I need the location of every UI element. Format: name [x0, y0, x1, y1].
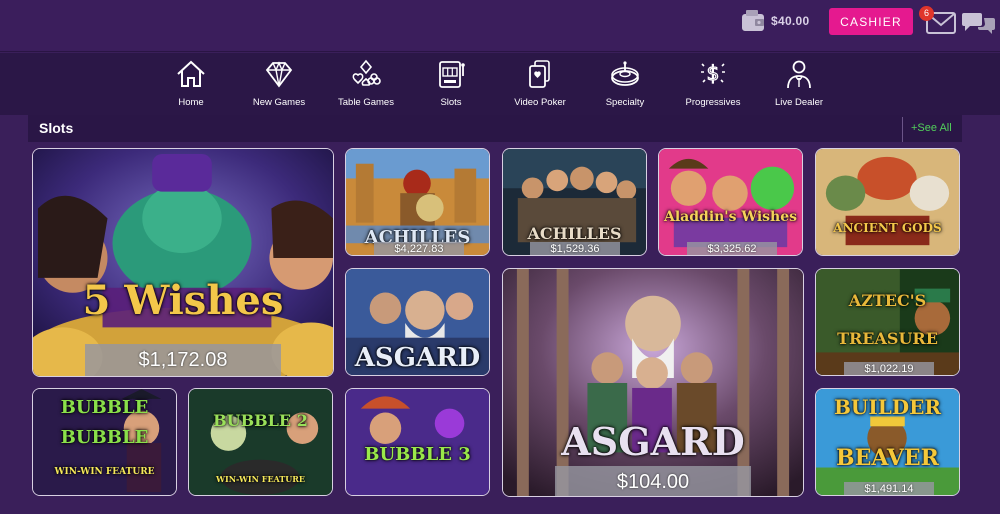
game-title-art: BUBBLE: [60, 427, 149, 448]
game-title-art: ANCIENT GODS: [833, 221, 942, 235]
nav-label: Specialty: [605, 97, 645, 108]
top-bar: $40.00 CASHIER 6: [0, 0, 1000, 52]
see-all-link[interactable]: +See All: [902, 117, 962, 142]
diamond-icon: [265, 61, 293, 88]
game-tile-bubble-bubble-2[interactable]: BUBBLE 2 WIN-WIN FEATURE: [188, 388, 333, 496]
slots-section-header: Slots +See All: [28, 115, 962, 142]
game-title-art: BUBBLE 3: [364, 444, 471, 465]
game-tile-ancient-gods[interactable]: ANCIENT GODS: [815, 148, 960, 256]
wallet-icon[interactable]: [740, 8, 766, 34]
nav-item-new-games[interactable]: New Games: [236, 53, 322, 115]
nav-label: Table Games: [338, 97, 394, 108]
roulette-icon: [611, 61, 639, 86]
game-title-art: TREASURE: [837, 329, 938, 348]
game-title-art: AZTEC'S: [848, 291, 927, 310]
jackpot-amount: $1,172.08: [85, 344, 281, 376]
dealer-icon: [787, 60, 811, 89]
cashier-button[interactable]: CASHIER: [829, 8, 913, 35]
game-tile-asgard[interactable]: ASGARD: [345, 268, 490, 376]
nav-label: Progressives: [685, 97, 741, 108]
section-title: Slots: [39, 120, 74, 136]
nav-label: Video Poker: [514, 97, 566, 108]
game-title-art: ASGARD: [561, 419, 745, 464]
game-title-art: Aladdin's Wishes: [663, 209, 797, 225]
game-title-art: BEAVER: [836, 445, 939, 471]
nav-label: Slots: [440, 97, 462, 108]
jackpot-amount: $3,325.62: [687, 242, 777, 255]
nav-item-progressives[interactable]: $ Progressives: [670, 53, 756, 115]
slot-machine-icon: [439, 61, 465, 88]
account-balance: $40.00: [771, 14, 810, 28]
nav-item-home[interactable]: Home: [148, 53, 234, 115]
game-tile-achilles[interactable]: ACHILLES $4,227.83: [345, 148, 490, 256]
game-art: [33, 149, 333, 376]
game-art: [816, 149, 959, 255]
mail-count-badge: 6: [919, 6, 934, 21]
game-title-art: 5 Wishes: [82, 277, 284, 324]
game-tile-asgard-deluxe[interactable]: ASGARD $104.00: [502, 268, 804, 497]
jackpot-amount: $1,529.36: [530, 242, 620, 255]
home-icon: [177, 60, 205, 87]
game-title-art: WIN-WIN FEATURE: [216, 474, 305, 484]
game-tile-achilles-2[interactable]: ACHILLES $1,529.36: [502, 148, 647, 256]
nav-label: Live Dealer: [774, 97, 824, 108]
jackpot-amount: $1,022.19: [844, 362, 934, 375]
money-bag-icon: $: [701, 60, 725, 86]
game-title-art: BUBBLE 2: [213, 411, 308, 430]
game-title-art: BUILDER: [834, 395, 941, 419]
game-title-art: ACHILLES: [527, 224, 622, 243]
game-tile-5-wishes[interactable]: 5 Wishes $1,172.08: [32, 148, 334, 377]
game-art: [346, 389, 489, 495]
main-nav: Home New Games Table Games Slots Video P…: [0, 53, 1000, 115]
game-tile-aladdins-wishes[interactable]: Aladdin's Wishes $3,325.62: [658, 148, 803, 256]
card-suits-icon: [352, 59, 381, 86]
nav-label: Home: [178, 97, 204, 108]
game-tile-builder-beaver[interactable]: BUILDER BEAVER $1,491.14: [815, 388, 960, 496]
chat-icon[interactable]: [962, 9, 996, 37]
game-tile-aztecs-treasure[interactable]: AZTEC'S TREASURE $1,022.19: [815, 268, 960, 376]
nav-item-table-games[interactable]: Table Games: [323, 53, 409, 115]
game-art: [659, 149, 802, 255]
playing-cards-icon: [529, 60, 550, 88]
nav-label: New Games: [252, 97, 306, 108]
game-title-art: ASGARD: [354, 343, 481, 373]
game-art: [816, 269, 959, 375]
svg-text:$: $: [707, 61, 720, 85]
nav-item-live-dealer[interactable]: Live Dealer: [756, 53, 842, 115]
nav-item-video-poker[interactable]: Video Poker: [497, 53, 583, 115]
game-tile-bubble-bubble-3[interactable]: BUBBLE 3: [345, 388, 490, 496]
jackpot-amount: $104.00: [555, 466, 751, 496]
jackpot-amount: $1,491.14: [844, 482, 934, 495]
game-tile-bubble-bubble[interactable]: BUBBLE BUBBLE WIN-WIN FEATURE: [32, 388, 177, 496]
game-title-art: BUBBLE: [60, 397, 149, 418]
game-title-art: WIN-WIN FEATURE: [54, 467, 155, 477]
jackpot-amount: $4,227.83: [374, 242, 464, 255]
nav-item-slots[interactable]: Slots: [408, 53, 494, 115]
nav-item-specialty[interactable]: Specialty: [582, 53, 668, 115]
